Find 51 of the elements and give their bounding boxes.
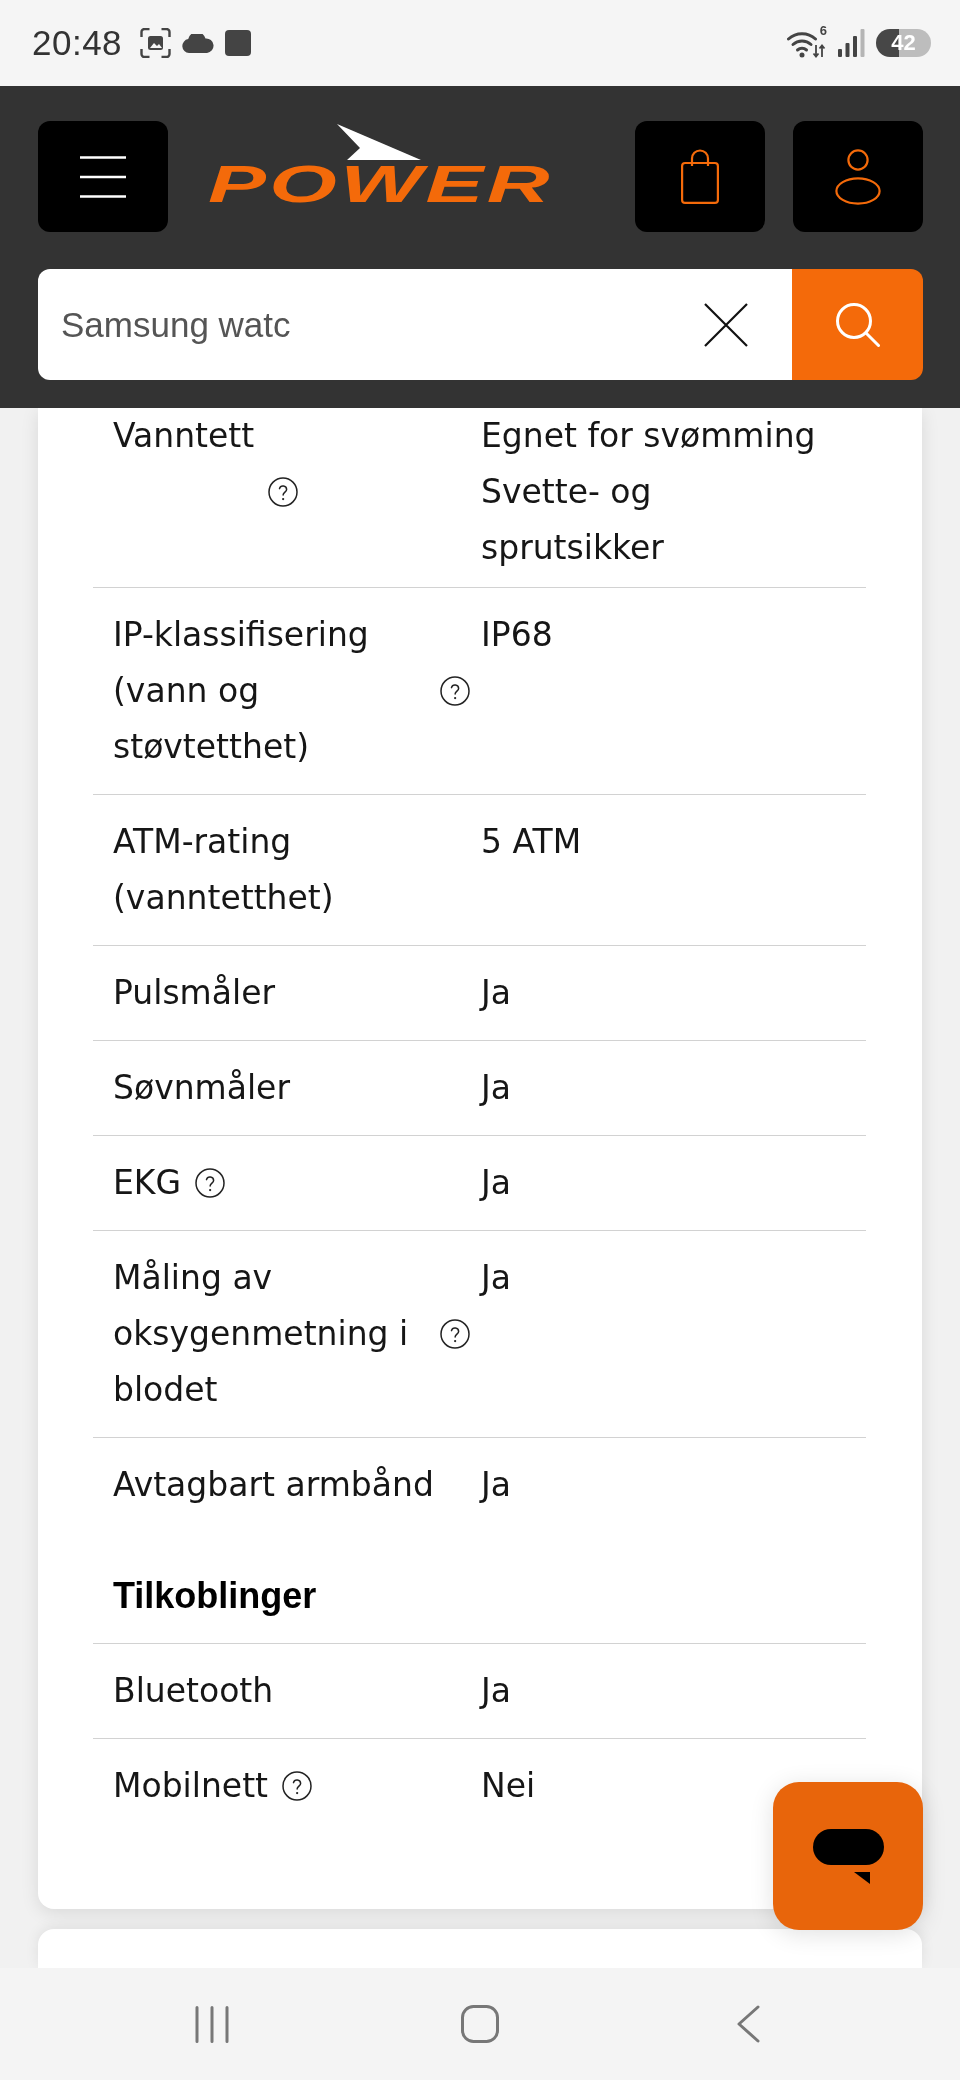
search-button[interactable] bbox=[792, 269, 923, 380]
chat-bubble-icon bbox=[812, 1828, 884, 1884]
network-type-label: 6 bbox=[819, 24, 827, 37]
account-button[interactable] bbox=[793, 121, 923, 232]
cart-button[interactable] bbox=[635, 121, 765, 232]
spec-label: EKG bbox=[113, 1162, 182, 1204]
spec-label: ATM-rating (vanntetthet) bbox=[113, 821, 335, 919]
shopping-bag-icon bbox=[681, 149, 719, 204]
spec-label: Vanntett bbox=[113, 415, 255, 457]
close-icon bbox=[704, 303, 748, 347]
help-icon[interactable] bbox=[195, 1168, 226, 1198]
spec-value: Ja bbox=[481, 1067, 512, 1109]
spec-value: IP68 bbox=[481, 614, 554, 656]
swoosh-icon bbox=[337, 124, 421, 160]
recent-apps-icon[interactable] bbox=[195, 2005, 229, 2043]
help-icon[interactable] bbox=[268, 477, 299, 507]
home-icon[interactable] bbox=[461, 2005, 499, 2043]
search-field[interactable]: Samsung watc bbox=[38, 269, 792, 380]
spec-label: Søvnmåler bbox=[113, 1067, 290, 1109]
menu-icon bbox=[80, 155, 126, 198]
spec-value: Egnet for svømming bbox=[481, 415, 817, 457]
help-icon[interactable] bbox=[440, 1319, 470, 1349]
spec-value: 5 ATM bbox=[481, 821, 583, 863]
square-icon bbox=[225, 30, 252, 56]
help-icon[interactable] bbox=[282, 1771, 313, 1801]
spec-label: Måling av oksygenmetning i blodet bbox=[113, 1257, 410, 1411]
menu-button[interactable] bbox=[38, 121, 168, 232]
spec-value: Ja bbox=[481, 1257, 512, 1299]
signal-icon bbox=[838, 29, 865, 57]
cloud-icon bbox=[182, 33, 215, 53]
spec-value: Ja bbox=[481, 1464, 512, 1506]
clear-search-button[interactable] bbox=[704, 303, 748, 347]
status-time: 20:48 bbox=[32, 23, 123, 63]
user-icon bbox=[835, 148, 881, 205]
search-icon bbox=[835, 302, 880, 347]
spec-value: Ja bbox=[481, 1670, 512, 1712]
spec-value: Nei bbox=[481, 1765, 537, 1807]
spec-label: Avtagbart armbånd bbox=[113, 1464, 434, 1506]
spec-label: Mobilnett bbox=[113, 1765, 269, 1807]
spec-label: Bluetooth bbox=[113, 1670, 274, 1712]
spec-value: Ja bbox=[481, 972, 512, 1014]
screenshot-icon bbox=[140, 28, 172, 58]
back-icon[interactable] bbox=[736, 2005, 760, 2043]
section-heading: Tilkoblinger bbox=[112, 1574, 318, 1618]
help-icon[interactable] bbox=[440, 676, 470, 706]
chat-button[interactable] bbox=[773, 1782, 923, 1930]
spec-label: Pulsmåler bbox=[113, 972, 275, 1014]
spec-value: Svette- og sprutsikker bbox=[481, 471, 665, 569]
spec-value: Ja bbox=[481, 1162, 512, 1204]
spec-label: IP-klassifisering (vann og støvtetthet) bbox=[113, 614, 370, 768]
store-logo[interactable]: POWER bbox=[206, 124, 558, 210]
